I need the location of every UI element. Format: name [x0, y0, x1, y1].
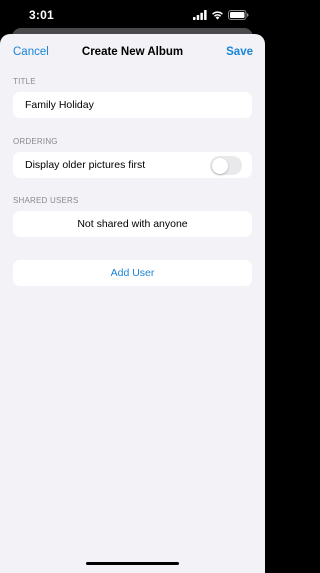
status-time: 3:01: [29, 8, 54, 22]
wifi-icon: [211, 7, 224, 25]
add-user-label[interactable]: Add User: [13, 267, 252, 279]
title-field[interactable]: Family Holiday: [13, 92, 252, 118]
section-header-shared-users: SHARED USERS: [13, 196, 79, 205]
section-header-ordering: ORDERING: [13, 137, 58, 146]
add-user-button[interactable]: Add User: [13, 260, 252, 286]
battery-icon: [228, 7, 249, 25]
older-first-toggle[interactable]: [210, 156, 242, 175]
home-indicator: [86, 562, 179, 565]
navigation-bar: Cancel Create New Album Save: [0, 34, 265, 72]
toggle-knob: [211, 157, 228, 174]
signal-icon: [193, 7, 207, 25]
ordering-row: Display older pictures first: [13, 152, 252, 178]
status-bar: 3:01: [0, 0, 265, 30]
shared-users-empty-row: Not shared with anyone: [13, 211, 252, 237]
shared-users-empty-text: Not shared with anyone: [77, 218, 188, 230]
status-icons: [193, 10, 249, 22]
section-header-title: TITLE: [13, 77, 36, 86]
create-album-sheet: Cancel Create New Album Save TITLE Famil…: [0, 34, 265, 573]
ordering-label: Display older pictures first: [25, 159, 146, 171]
title-value[interactable]: Family Holiday: [25, 99, 94, 111]
save-button[interactable]: Save: [226, 46, 253, 58]
